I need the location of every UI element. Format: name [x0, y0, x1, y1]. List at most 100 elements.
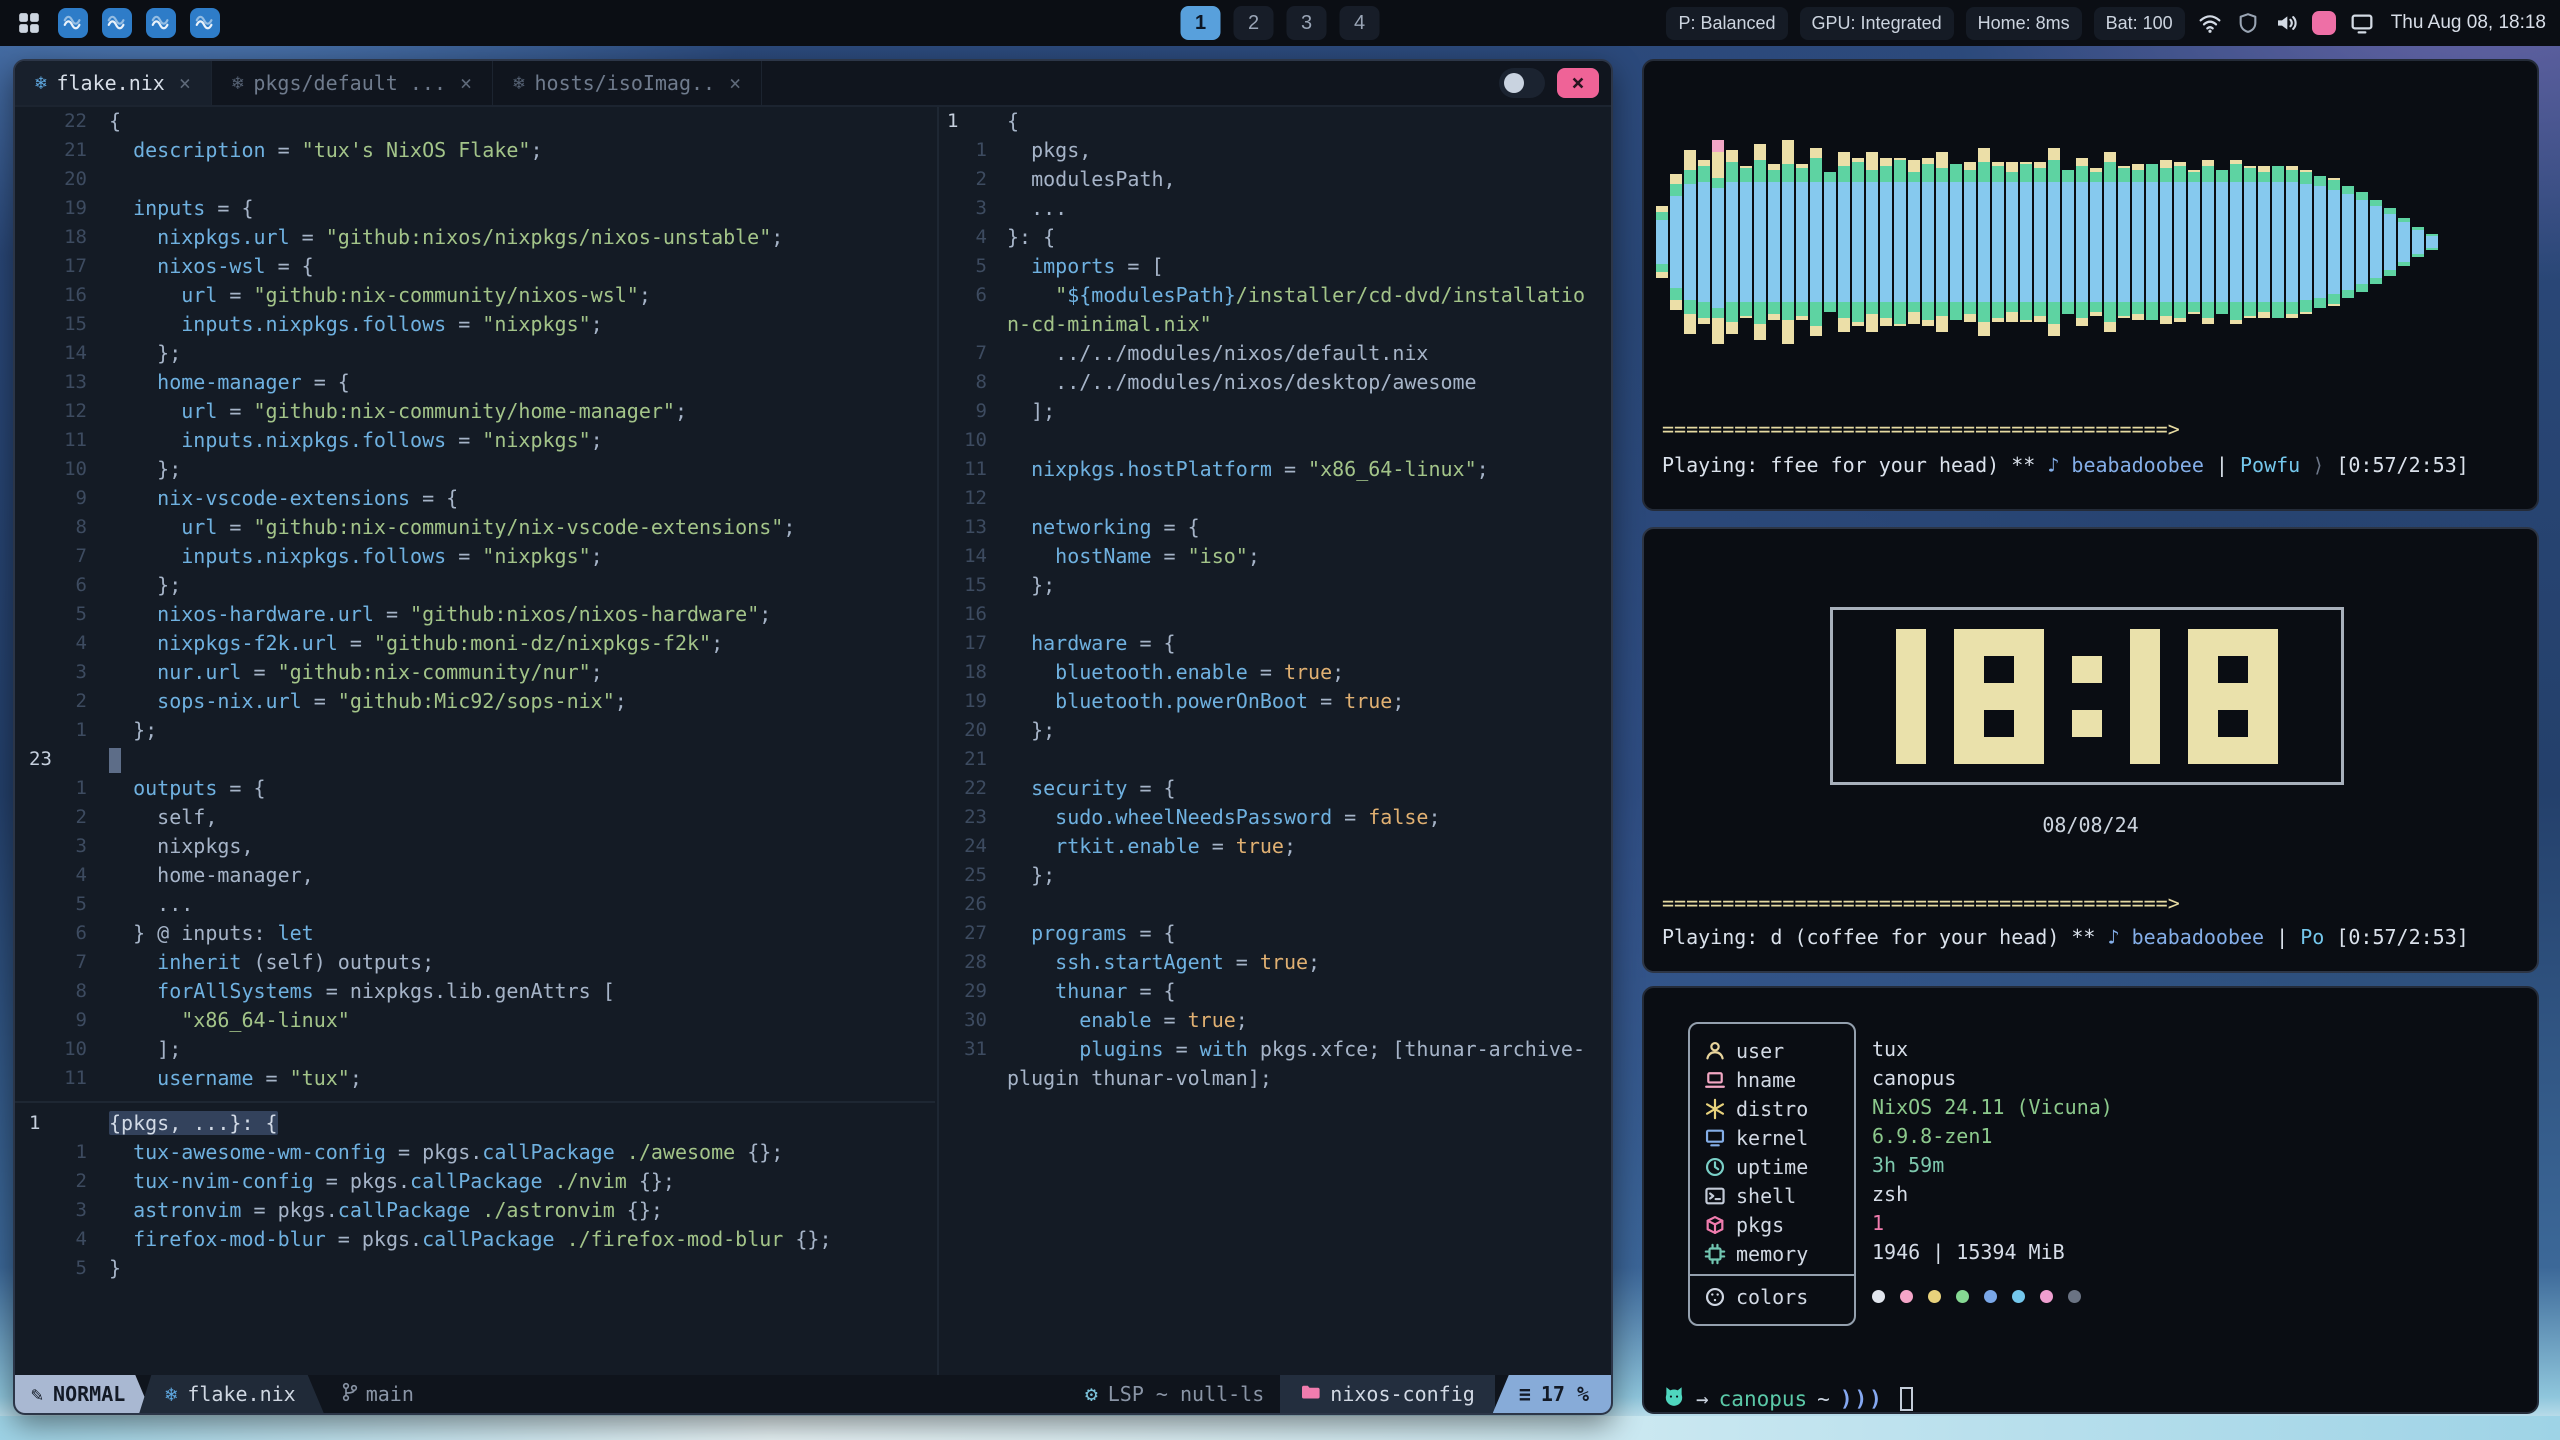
visualizer-bar	[1880, 158, 1892, 326]
line-number: 2	[15, 687, 87, 716]
code-text: plugin thunar-volman];	[1007, 1064, 1272, 1093]
app-icon-1[interactable]	[58, 8, 88, 38]
code-text: hardware = {	[1007, 629, 1176, 658]
code-line: 1{pkgs, ...}: {	[15, 1109, 923, 1138]
code-text: ...	[1007, 194, 1067, 223]
statusline-project: nixos-config	[1280, 1375, 1495, 1413]
line-number: 17	[15, 252, 87, 281]
visualizer-bar	[2216, 170, 2228, 314]
editor-tab-flake-nix[interactable]: ❄flake.nix×	[15, 61, 212, 105]
pane-divider-vertical[interactable]	[937, 107, 939, 1375]
editor-cursor	[109, 748, 121, 773]
code-text: rtkit.enable = true;	[1007, 832, 1296, 861]
workspace-tag-4[interactable]: 4	[1340, 6, 1380, 40]
workspace-tag-1[interactable]: 1	[1181, 6, 1221, 40]
line-number: 6	[15, 919, 87, 948]
line-number: 17	[941, 629, 987, 658]
clock-digit	[2188, 629, 2278, 764]
fetch-label: pkgs	[1736, 1213, 1784, 1237]
topbar-left	[14, 0, 220, 46]
code-text: nixpkgs.hostPlatform = "x86_64-linux";	[1007, 455, 1489, 484]
fetch-value-kernel: 6.9.8-zen1	[1872, 1121, 2113, 1150]
code-line: 9 ];	[941, 397, 1611, 426]
app-icon-3[interactable]	[146, 8, 176, 38]
editor-pane-iso[interactable]: 1{1 pkgs,2 modulesPath,3 ...4}: {5 impor…	[941, 107, 1611, 1097]
editor-tab-hosts-isoImag[interactable]: ❄hosts/isoImag..×	[493, 61, 762, 105]
clock-digit	[2130, 629, 2160, 764]
line-number: 2	[941, 165, 987, 194]
code-line: 3 nixpkgs,	[15, 832, 923, 861]
network-icon[interactable]	[2197, 10, 2223, 36]
editor-pane-flake[interactable]: 22{21 description = "tux's NixOS Flake";…	[15, 107, 923, 1097]
pane-divider-horizontal[interactable]	[15, 1101, 935, 1103]
editor-tab-pkgs-default[interactable]: ❄pkgs/default ...×	[212, 61, 493, 105]
tab-close-icon[interactable]: ×	[460, 71, 472, 95]
code-text: sops-nix.url = "github:Mic92/sops-nix";	[109, 687, 627, 716]
volume-icon[interactable]	[2273, 10, 2299, 36]
clock-digit	[1896, 629, 1926, 764]
project-name: nixos-config	[1330, 1382, 1475, 1406]
code-text: {	[109, 107, 121, 136]
code-text: nixpkgs-f2k.url = "github:moni-dz/nixpkg…	[109, 629, 723, 658]
workspace-tag-2[interactable]: 2	[1234, 6, 1274, 40]
visualizer-bar	[1866, 152, 1878, 332]
fetch-label: colors	[1736, 1285, 1808, 1309]
code-text: nixpkgs,	[109, 832, 254, 861]
visualizer-bar	[1810, 148, 1822, 336]
code-line: 11 nixpkgs.hostPlatform = "x86_64-linux"…	[941, 455, 1611, 484]
code-line: 1 tux-awesome-wm-config = pkgs.callPacka…	[15, 1138, 923, 1167]
code-line: 22 security = {	[941, 774, 1611, 803]
nix-snowflake-icon: ❄	[232, 72, 243, 94]
code-line: 10 };	[15, 455, 923, 484]
workspace-tag-3[interactable]: 3	[1287, 6, 1327, 40]
visualizer-bar	[1768, 164, 1780, 320]
line-number: 19	[941, 687, 987, 716]
code-line: 6 } @ inputs: let	[15, 919, 923, 948]
line-number: 4	[941, 223, 987, 252]
code-text: };	[109, 716, 157, 745]
line-number: 18	[941, 658, 987, 687]
terminal-cursor[interactable]	[1900, 1387, 1913, 1411]
line-number: 20	[941, 716, 987, 745]
fetch-row-colors: colors	[1704, 1282, 1854, 1311]
theme-toggle-button[interactable]	[1499, 68, 1545, 98]
line-number: 1	[15, 774, 87, 803]
code-text: }: {	[1007, 223, 1055, 252]
launcher-icon[interactable]	[14, 8, 44, 38]
code-line: 21 description = "tux's NixOS Flake";	[15, 136, 923, 165]
display-icon[interactable]	[2349, 10, 2375, 36]
visualizer-bar	[2006, 162, 2018, 322]
window-close-button[interactable]: ×	[1557, 68, 1599, 98]
code-line: 23 sudo.wheelNeedsPassword = false;	[941, 803, 1611, 832]
visualizer-bar	[2090, 168, 2102, 316]
app-icon-2[interactable]	[102, 8, 132, 38]
color-dot-2	[1900, 1290, 1913, 1303]
code-line: 9 nix-vscode-extensions = {	[15, 484, 923, 513]
line-number: 8	[15, 513, 87, 542]
status-pills: P: BalancedGPU: IntegratedHome: 8msBat: …	[1666, 7, 2184, 40]
code-line: 11 inputs.nixpkgs.follows = "nixpkgs";	[15, 426, 923, 455]
code-text: };	[1007, 571, 1055, 600]
visualizer-bar	[2104, 152, 2116, 332]
color-picker-icon[interactable]	[2311, 10, 2337, 36]
code-line: 8 forAllSystems = nixpkgs.lib.genAttrs [	[15, 977, 923, 1006]
code-line: 27 programs = {	[941, 919, 1611, 948]
visualizer-bar	[2048, 148, 2060, 336]
line-number: 5	[15, 600, 87, 629]
line-number	[941, 1064, 987, 1093]
tab-close-icon[interactable]: ×	[179, 71, 191, 95]
sysinfo-box: userhnamedistrokerneluptimeshellpkgsmemo…	[1688, 1022, 1856, 1326]
code-line: 31 plugins = with pkgs.xfce; [thunar-arc…	[941, 1035, 1611, 1064]
color-dot-1	[1872, 1290, 1885, 1303]
app-icon-4[interactable]	[190, 8, 220, 38]
shield-icon[interactable]	[2235, 10, 2261, 36]
code-line: 3 nur.url = "github:nix-community/nur";	[15, 658, 923, 687]
color-dot-3	[1928, 1290, 1941, 1303]
code-line: 18 nixpkgs.url = "github:nixos/nixpkgs/n…	[15, 223, 923, 252]
tab-close-icon[interactable]: ×	[729, 71, 741, 95]
editor-pane-pkgs[interactable]: 1{pkgs, ...}: {1 tux-awesome-wm-config =…	[15, 1109, 923, 1289]
code-line: 14 };	[15, 339, 923, 368]
shell-prompt[interactable]: → canopus ~ )))	[1662, 1384, 1913, 1413]
code-line: 8 url = "github:nix-community/nix-vscode…	[15, 513, 923, 542]
lsp-label: LSP ~ null-ls	[1108, 1382, 1265, 1406]
